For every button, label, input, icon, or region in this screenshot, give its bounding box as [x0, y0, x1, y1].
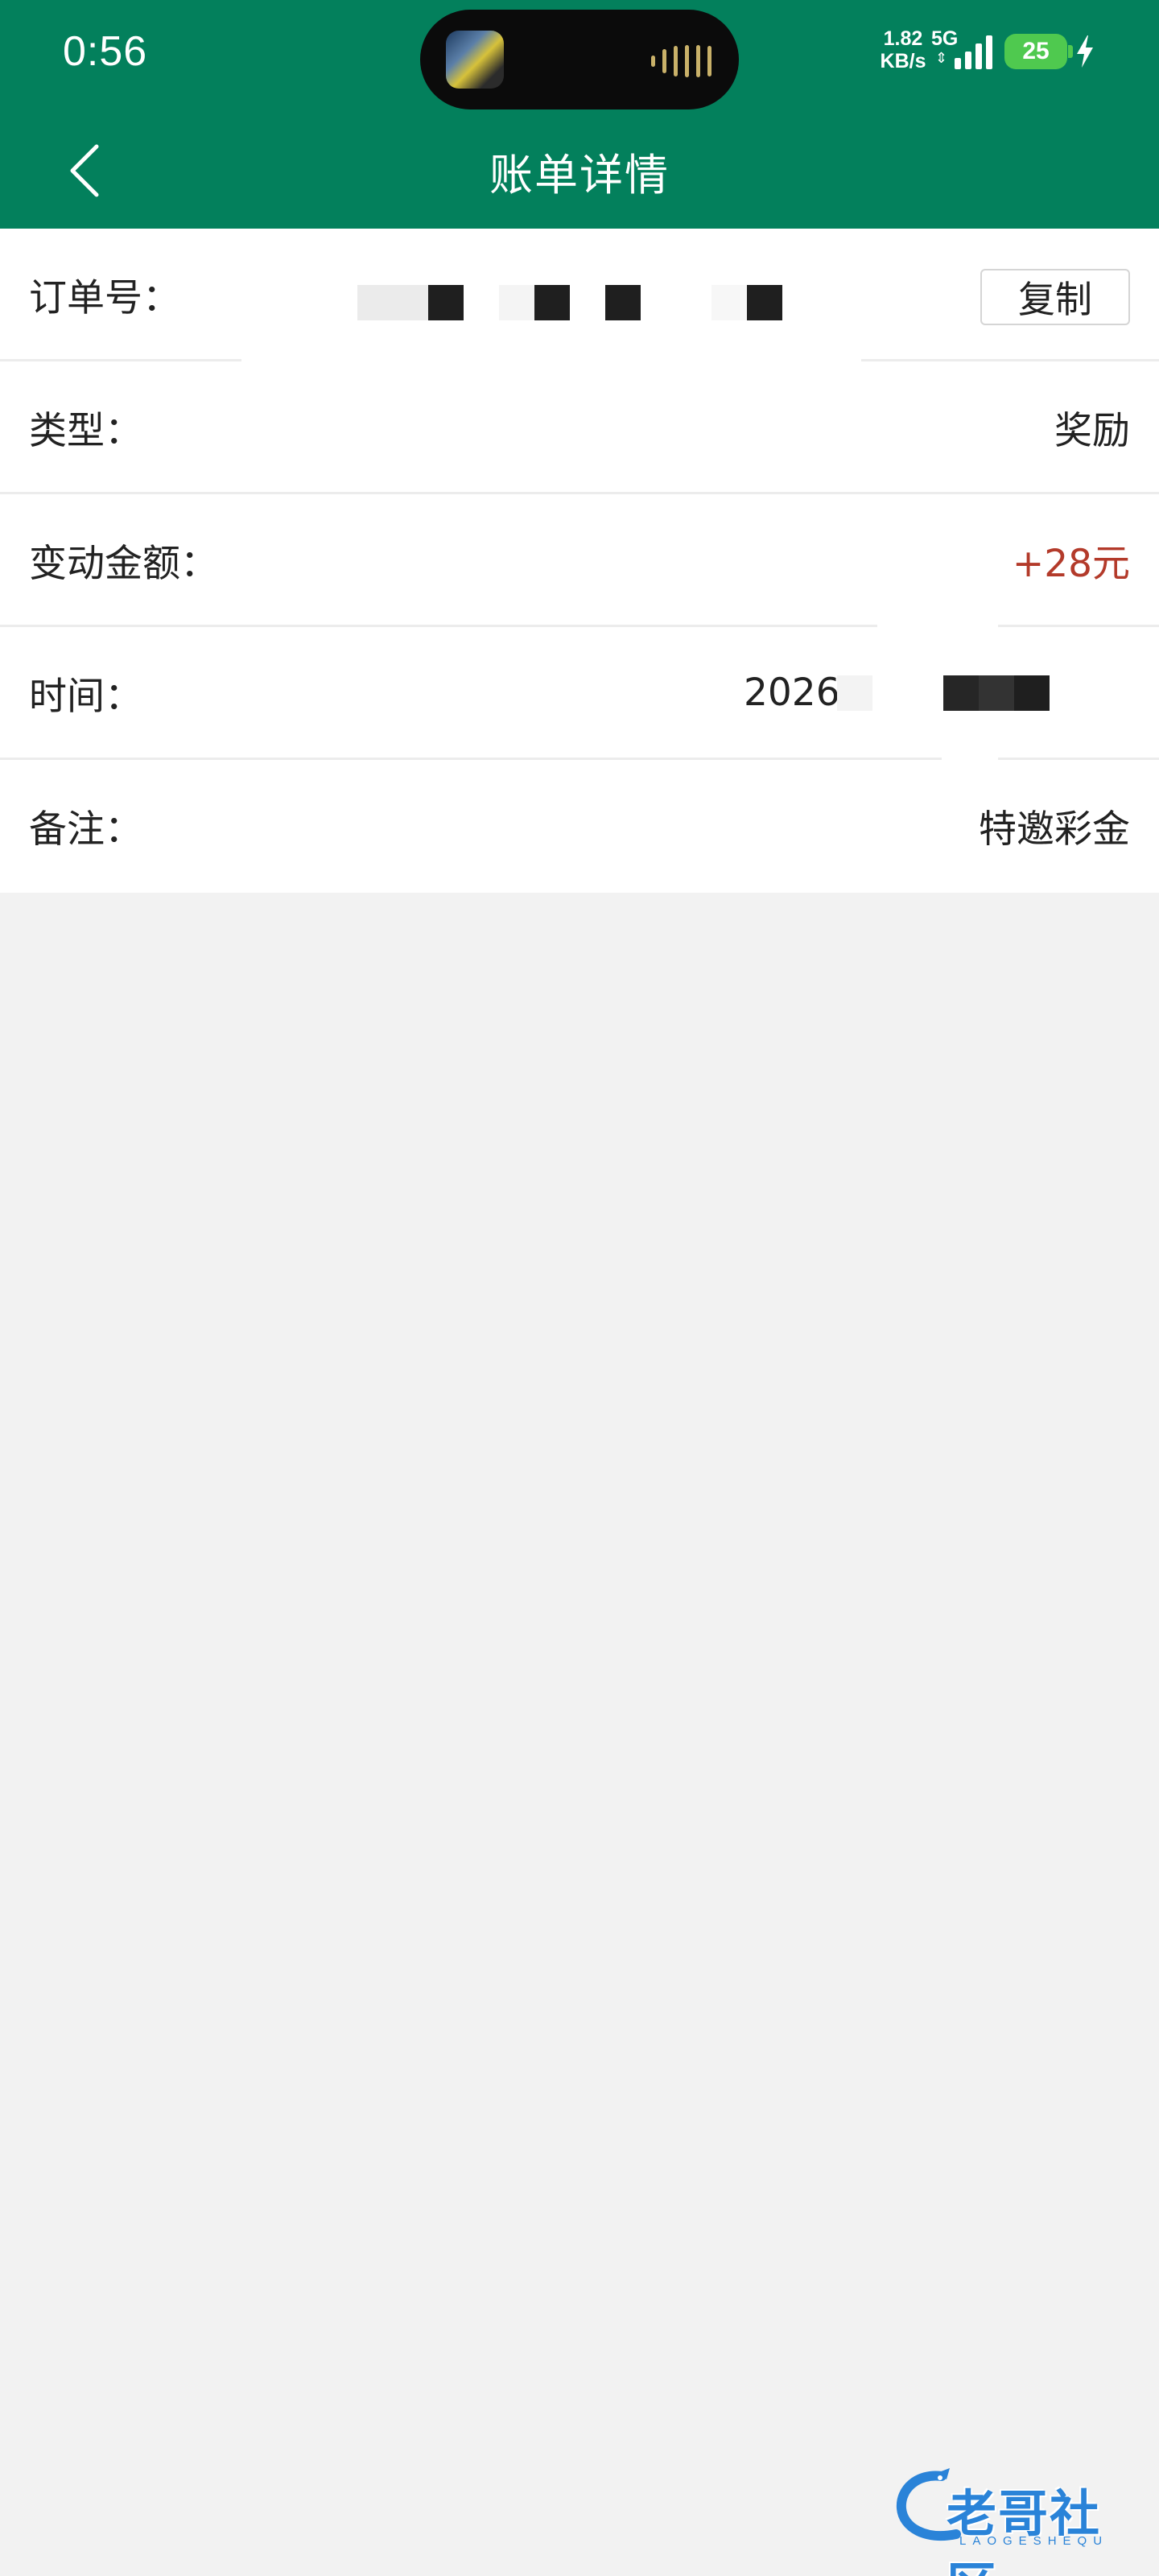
type-label: 类型： — [29, 408, 142, 453]
nav-bar: 账单详情 — [0, 113, 1159, 229]
order-number-label: 订单号： — [29, 275, 180, 320]
now-playing-thumbnail — [446, 31, 504, 89]
type-value: 奖励 — [1054, 408, 1130, 453]
status-time: 0:56 — [63, 28, 148, 75]
redaction-smudge — [241, 357, 861, 368]
status-bar: 0:56 1.82 KB/s 5G ⇕ 25 — [0, 0, 1159, 113]
amount-label: 变动金额： — [29, 541, 218, 586]
amount-row: 变动金额： +28元 — [0, 494, 1159, 627]
time-label: 时间： — [29, 674, 142, 719]
copy-button[interactable]: 复制 — [980, 269, 1130, 325]
bill-detail-list: 订单号： 复制 类型： 奖励 变动金额： +28元 时间： 2026 备注： 特… — [0, 229, 1159, 893]
note-label: 备注： — [29, 807, 142, 852]
data-arrows-icon: ⇕ — [935, 50, 948, 67]
chevron-left-icon — [70, 144, 99, 197]
note-value: 特邀彩金 — [979, 807, 1130, 852]
type-row: 类型： 奖励 — [0, 357, 1159, 494]
order-number-row: 订单号： 复制 — [0, 229, 1159, 361]
audio-wave-icon — [651, 45, 711, 77]
amount-value: +28元 — [1012, 541, 1130, 586]
watermark-logo: 老哥社区 LAOGESHEQU — [893, 2465, 1148, 2576]
order-number-redacted — [357, 285, 782, 320]
lightning-icon — [1077, 35, 1093, 68]
dynamic-island[interactable] — [420, 10, 739, 109]
page-title: 账单详情 — [489, 149, 670, 200]
battery-cap — [1068, 45, 1073, 58]
note-row: 备注： 特邀彩金 — [0, 760, 1159, 893]
watermark-text: 老哥社区 — [947, 2484, 1102, 2576]
redaction-smudge — [877, 622, 998, 634]
time-row: 时间： 2026 — [0, 622, 1159, 762]
time-value: 2026 — [744, 670, 840, 715]
signal-bars-icon — [955, 34, 992, 69]
time-value-redacted — [837, 675, 1050, 711]
watermark-subtext: LAOGESHEQU — [959, 2534, 1109, 2548]
battery-indicator: 25 — [1004, 34, 1067, 69]
back-button[interactable] — [60, 140, 116, 201]
network-speed: 1.82 KB/s — [880, 27, 926, 72]
